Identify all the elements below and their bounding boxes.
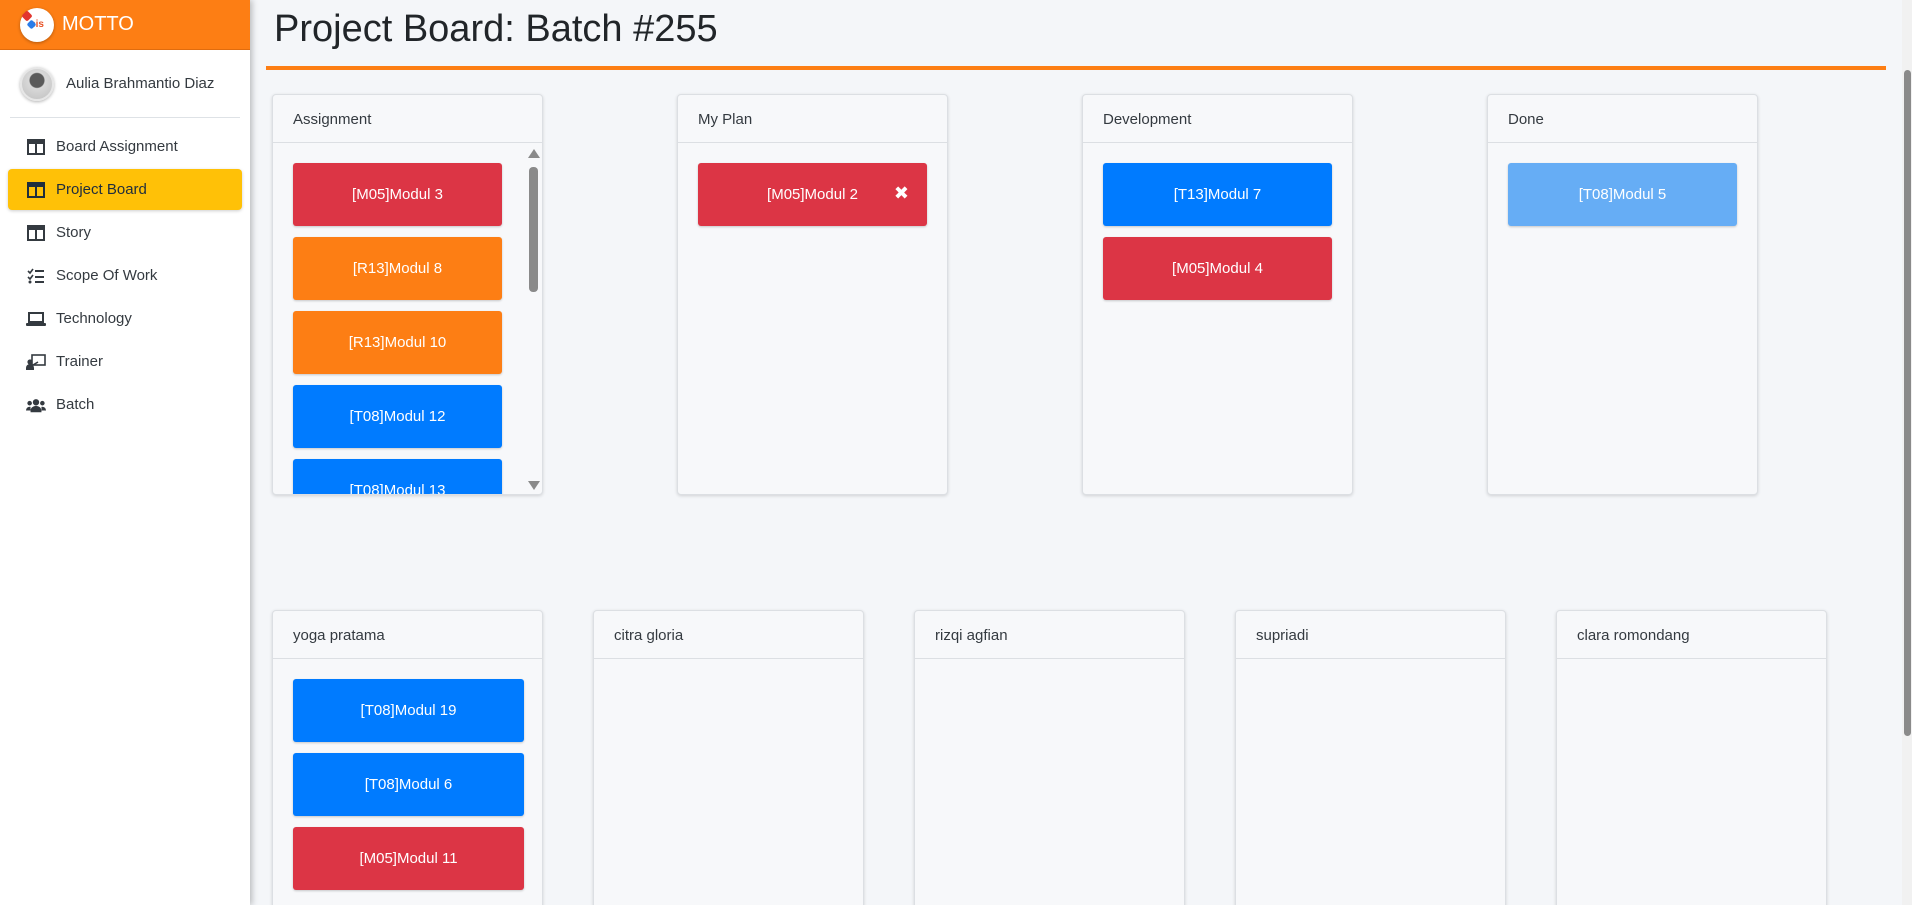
columns-icon (26, 224, 46, 242)
board-development: Development [T13]Modul 7 [M05]Modul 4 (1082, 94, 1353, 495)
trainee-board: rizqi agfian (914, 610, 1185, 905)
trainee-board: clara romondang (1556, 610, 1827, 905)
board-card-list[interactable] (1557, 659, 1826, 679)
task-card[interactable]: [T08]Modul 6 (293, 753, 524, 816)
columns-icon (26, 181, 46, 199)
sidebar-item-story[interactable]: Story (8, 212, 242, 253)
close-icon[interactable]: ✖ (894, 183, 909, 204)
sidebar-item-label: Trainer (56, 353, 103, 370)
trainee-name: rizqi agfian (915, 611, 1184, 659)
tasks-icon (26, 267, 46, 285)
task-card[interactable]: [T13]Modul 7 (1103, 163, 1332, 226)
task-card-label: [T08]Modul 5 (1578, 186, 1667, 203)
task-card[interactable]: [R13]Modul 10 (293, 311, 502, 374)
page-scrollbar[interactable] (1902, 0, 1912, 905)
trainee-name: citra gloria (594, 611, 863, 659)
main-content: Project Board: Batch #255 Assignment [M0… (250, 0, 1902, 905)
board-my-plan: My Plan [M05]Modul 2 ✖ (677, 94, 948, 495)
sidebar-item-scope-of-work[interactable]: Scope Of Work (8, 255, 242, 296)
task-card[interactable]: [T08]Modul 12 (293, 385, 502, 448)
board-card-list[interactable] (1236, 659, 1505, 679)
trainee-boards: yoga pratama [T08]Modul 19 [T08]Modul 6 … (266, 610, 1906, 905)
task-card[interactable]: [T08]Modul 5 (1508, 163, 1737, 226)
trainee-name: clara romondang (1557, 611, 1826, 659)
trainee-name: yoga pratama (273, 611, 542, 659)
scroll-down-arrow-icon[interactable] (528, 481, 540, 490)
sidebar-item-label: Technology (56, 310, 132, 327)
task-card-label: [M05]Modul 2 (767, 186, 858, 203)
task-card-label: [T08]Modul 12 (349, 408, 446, 425)
board-card-list[interactable]: [T08]Modul 19 [T08]Modul 6 [M05]Modul 11 (273, 659, 542, 901)
sidebar-item-label: Board Assignment (56, 138, 178, 155)
board-card-list[interactable]: [M05]Modul 3 [R13]Modul 8 [R13]Modul 10 … (273, 143, 542, 494)
trainee-board: yoga pratama [T08]Modul 19 [T08]Modul 6 … (272, 610, 543, 905)
brand-name: MOTTO (62, 13, 134, 35)
columns-icon (26, 138, 46, 156)
sidebar-item-project-board[interactable]: Project Board (8, 169, 242, 210)
board-card-list[interactable] (594, 659, 863, 679)
sidebar-item-board-assignment[interactable]: Board Assignment (8, 126, 242, 167)
board-title: Development (1083, 95, 1352, 143)
task-card[interactable]: [M05]Modul 4 (1103, 237, 1332, 300)
task-card[interactable]: [M05]Modul 2 ✖ (698, 163, 927, 226)
sidebar-item-technology[interactable]: Technology (8, 298, 242, 339)
task-card-label: [M05]Modul 11 (359, 850, 458, 867)
status-boards: Assignment [M05]Modul 3 [R13]Modul 8 [R1… (266, 94, 1886, 495)
page-scroll-thumb[interactable] (1904, 70, 1911, 736)
sidebar-item-batch[interactable]: Batch (8, 384, 242, 425)
chalkboard-teacher-icon (26, 353, 46, 371)
sidebar-item-label: Project Board (56, 181, 147, 198)
task-card-label: [T08]Modul 6 (364, 776, 453, 793)
board-card-list[interactable]: [T08]Modul 5 (1488, 143, 1757, 494)
board-done: Done [T08]Modul 5 (1487, 94, 1758, 495)
board-title: Done (1488, 95, 1757, 143)
task-card-label: [T08]Modul 13 (349, 482, 446, 494)
task-card-label: [R13]Modul 8 (352, 260, 443, 277)
sidebar-item-label: Story (56, 224, 92, 241)
board-title: My Plan (678, 95, 947, 143)
task-card[interactable]: [M05]Modul 3 (293, 163, 502, 226)
board-assignment: Assignment [M05]Modul 3 [R13]Modul 8 [R1… (272, 94, 543, 495)
brand-logo: sis (20, 7, 54, 42)
trainee-board: supriadi (1235, 610, 1506, 905)
sidebar-item-label: Batch (56, 396, 95, 413)
board-scrollbar[interactable] (526, 149, 540, 490)
task-card[interactable]: [T08]Modul 19 (293, 679, 524, 742)
scroll-thumb[interactable] (529, 167, 538, 292)
user-panel[interactable]: Aulia Brahmantio Diaz (10, 50, 240, 118)
board-title: Assignment (273, 95, 542, 143)
users-icon (26, 396, 46, 414)
user-name: Aulia Brahmantio Diaz (66, 75, 215, 92)
task-card-label: [T08]Modul 19 (360, 702, 457, 719)
sidebar-nav: Board Assignment Project Board Story Sco… (0, 118, 250, 425)
task-card[interactable]: [R13]Modul 8 (293, 237, 502, 300)
sidebar-item-trainer[interactable]: Trainer (8, 341, 242, 382)
avatar (20, 66, 54, 101)
sidebar: sis MOTTO Aulia Brahmantio Diaz Board As… (0, 0, 250, 905)
task-card-label: [M05]Modul 3 (352, 186, 443, 203)
task-card[interactable]: [T08]Modul 13 (293, 459, 502, 494)
trainee-name: supriadi (1236, 611, 1505, 659)
page-title: Project Board: Batch #255 (266, 0, 1886, 70)
board-card-list[interactable]: [M05]Modul 2 ✖ (678, 143, 947, 494)
sidebar-item-label: Scope Of Work (56, 267, 158, 284)
laptop-icon (26, 310, 46, 328)
task-card[interactable]: [M05]Modul 11 (293, 827, 524, 890)
task-card-label: [M05]Modul 4 (1172, 260, 1263, 277)
board-card-list[interactable] (915, 659, 1184, 679)
task-card-label: [R13]Modul 10 (348, 334, 447, 351)
brand-link[interactable]: sis MOTTO (0, 0, 250, 50)
board-card-list[interactable]: [T13]Modul 7 [M05]Modul 4 (1083, 143, 1352, 494)
task-card-label: [T13]Modul 7 (1173, 186, 1262, 203)
scroll-up-arrow-icon[interactable] (528, 149, 540, 158)
trainee-board: citra gloria (593, 610, 864, 905)
